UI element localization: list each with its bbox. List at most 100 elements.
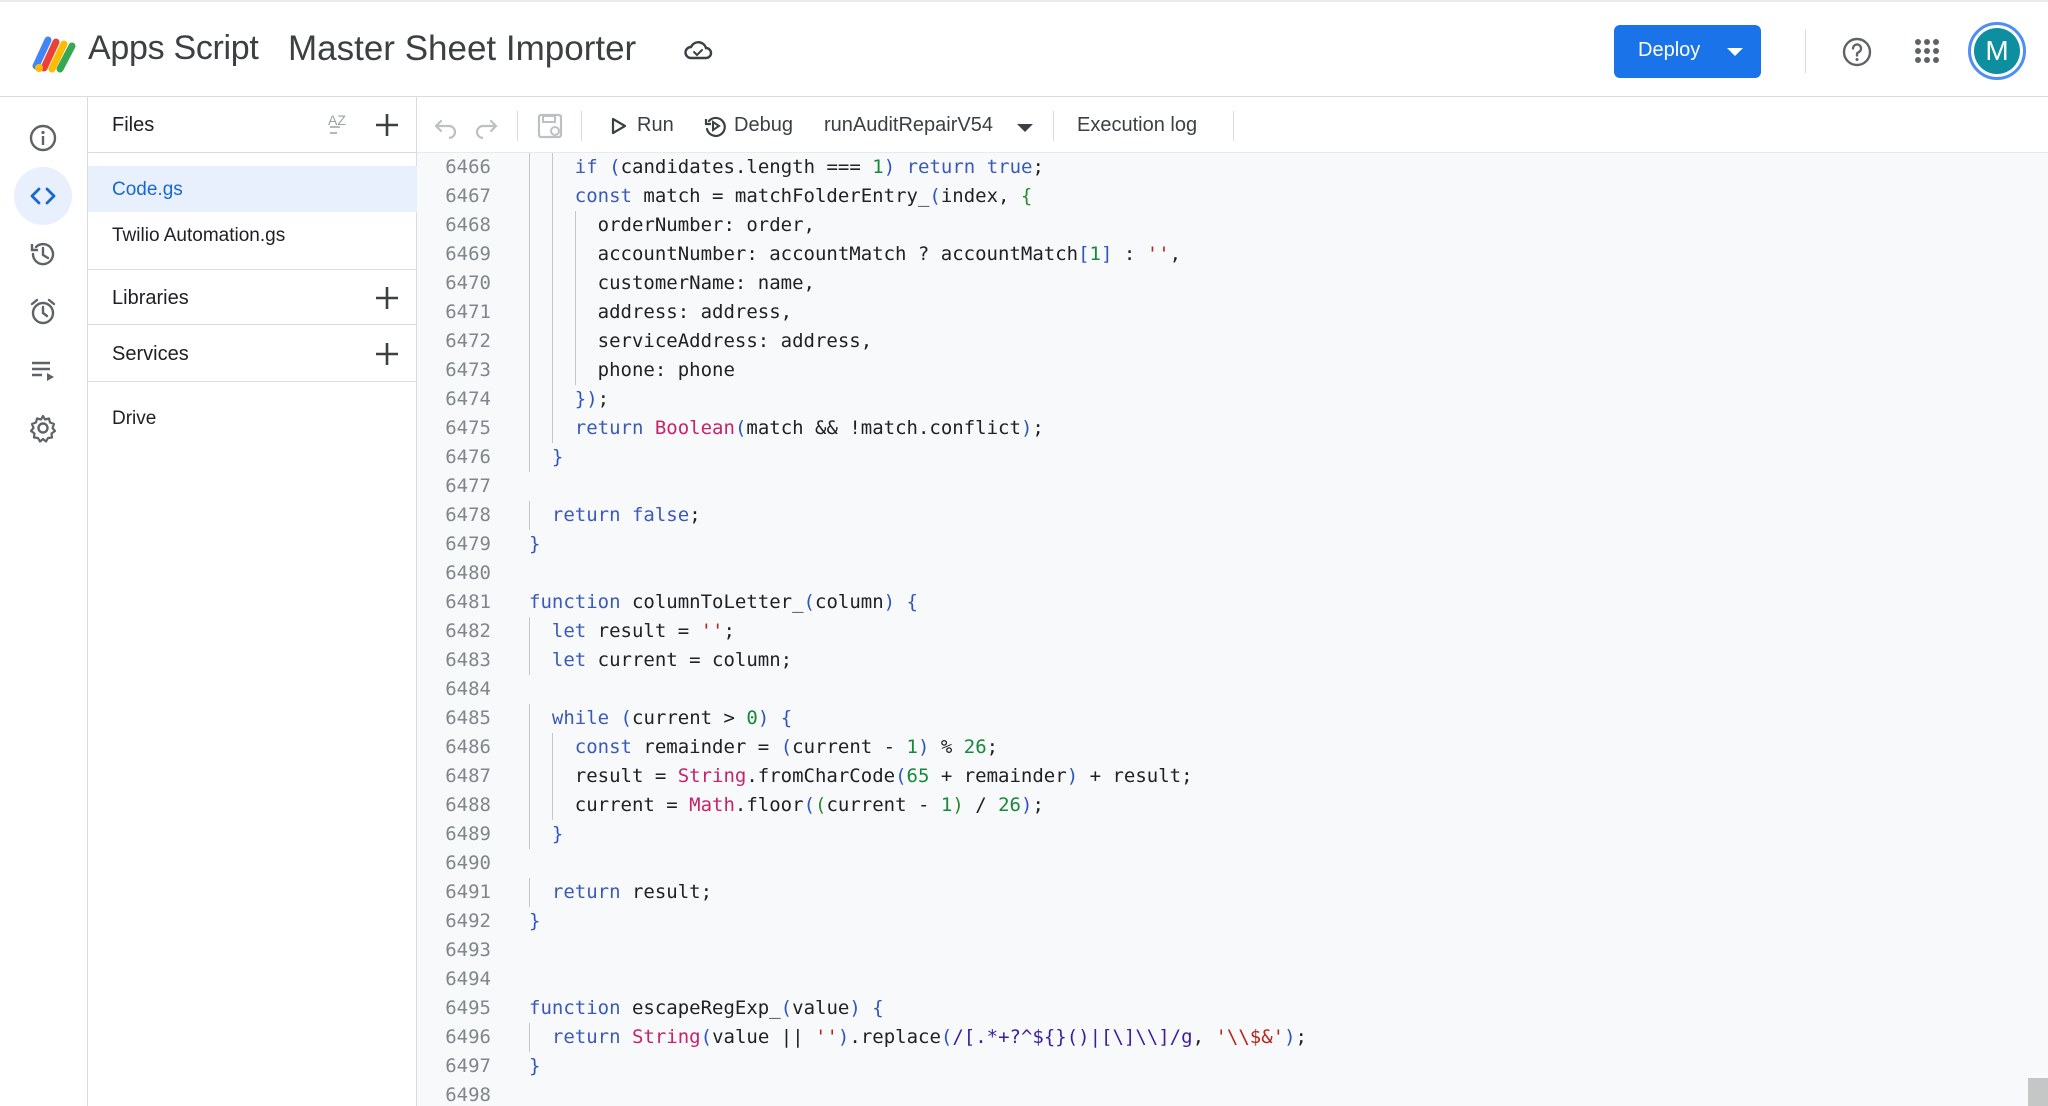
code-text: }); bbox=[574, 388, 610, 410]
indent-guide bbox=[551, 733, 553, 762]
libraries-label: Libraries bbox=[112, 287, 189, 309]
code-line[interactable]: 6495 function escapeRegExp_(value) { bbox=[417, 994, 2017, 1023]
indent-guide bbox=[529, 646, 530, 675]
code-icon bbox=[30, 187, 56, 205]
rail-item-executions[interactable] bbox=[14, 341, 72, 399]
deploy-button[interactable]: Deploy bbox=[1614, 25, 1761, 78]
code-line[interactable]: 6486 const remainder = (current - 1) % 2… bbox=[417, 733, 2017, 762]
code-line[interactable]: 6491 return result; bbox=[417, 878, 2017, 907]
editor-scrollbar-thumb[interactable] bbox=[2028, 1078, 2048, 1106]
function-dropdown-chevron-icon[interactable] bbox=[1017, 124, 1033, 132]
code-text: let current = column; bbox=[551, 649, 793, 671]
code-line[interactable]: 6477 bbox=[417, 472, 2017, 501]
code-line[interactable]: 6471 address: address, bbox=[417, 298, 2017, 327]
code-text: result = String.fromCharCode(65 + remain… bbox=[529, 765, 1193, 787]
execution-log-button[interactable]: Execution log bbox=[1077, 114, 1197, 137]
function-select[interactable]: runAuditRepairV54 bbox=[824, 114, 993, 137]
debug-icon[interactable] bbox=[703, 113, 729, 139]
file-item-twilio-automation-gs[interactable]: Twilio Automation.gs bbox=[88, 212, 417, 258]
add-library-plus-icon[interactable] bbox=[374, 285, 400, 311]
add-file-plus-icon[interactable] bbox=[374, 112, 400, 138]
code-editor[interactable]: 6466 if (candidates.length === 1) return… bbox=[417, 153, 2048, 1106]
chevron-down-icon[interactable] bbox=[1727, 48, 1743, 56]
code-line[interactable]: 6480 bbox=[417, 559, 2017, 588]
line-number: 6473 bbox=[445, 359, 491, 381]
line-number: 6477 bbox=[445, 475, 491, 497]
app-brand-name[interactable]: Apps Script bbox=[88, 29, 259, 68]
toolbar-divider bbox=[1053, 111, 1054, 141]
code-line[interactable]: 6466 if (candidates.length === 1) return… bbox=[417, 153, 2017, 182]
sort-files-icon[interactable]: AZ bbox=[326, 111, 358, 139]
code-text: return String(value || '').replace(/[.*+… bbox=[551, 1026, 1307, 1048]
file-item-code-gs[interactable]: Code.gs bbox=[88, 166, 417, 212]
save-icon[interactable] bbox=[537, 113, 563, 139]
help-icon[interactable] bbox=[1841, 36, 1873, 68]
code-line[interactable]: 6496 return String(value || '').replace(… bbox=[417, 1023, 2017, 1052]
indent-guide bbox=[529, 704, 530, 733]
code-line[interactable]: 6488 current = Math.floor((current - 1) … bbox=[417, 791, 2017, 820]
code-line[interactable]: 6493 bbox=[417, 936, 2017, 965]
indent-guide bbox=[574, 269, 576, 298]
indent-guide bbox=[529, 443, 530, 472]
code-line[interactable]: 6475 return Boolean(match && !match.conf… bbox=[417, 414, 2017, 443]
code-line[interactable]: 6490 bbox=[417, 849, 2017, 878]
line-number: 6493 bbox=[445, 939, 491, 961]
indent-guide bbox=[574, 327, 576, 356]
redo-icon[interactable] bbox=[473, 113, 499, 139]
code-line[interactable]: 6482 let result = ''; bbox=[417, 617, 2017, 646]
service-item-drive[interactable]: Drive bbox=[112, 408, 156, 430]
code-line[interactable]: 6487 result = String.fromCharCode(65 + r… bbox=[417, 762, 2017, 791]
code-line[interactable]: 6494 bbox=[417, 965, 2017, 994]
run-button[interactable]: Run bbox=[637, 114, 674, 137]
code-line[interactable]: 6467 const match = matchFolderEntry_(ind… bbox=[417, 182, 2017, 211]
code-line[interactable]: 6470 customerName: name, bbox=[417, 269, 2017, 298]
code-line[interactable]: 6472 serviceAddress: address, bbox=[417, 327, 2017, 356]
code-line[interactable]: 6497} bbox=[417, 1052, 2017, 1081]
code-line[interactable]: 6476 } bbox=[417, 443, 2017, 472]
code-line[interactable]: 6479} bbox=[417, 530, 2017, 559]
code-text: } bbox=[529, 1055, 541, 1077]
indent-guide bbox=[574, 356, 576, 385]
code-line[interactable]: 6474 }); bbox=[417, 385, 2017, 414]
code-line[interactable]: 6498 bbox=[417, 1081, 2017, 1106]
code-line[interactable]: 6485 while (current > 0) { bbox=[417, 704, 2017, 733]
indent-guide bbox=[529, 327, 530, 356]
undo-icon[interactable] bbox=[433, 113, 459, 139]
account-avatar-button[interactable]: M bbox=[1968, 22, 2026, 80]
code-text: const remainder = (current - 1) % 26; bbox=[574, 736, 999, 758]
code-line[interactable]: 6484 bbox=[417, 675, 2017, 704]
code-line[interactable]: 6481 function columnToLetter_(column) { bbox=[417, 588, 2017, 617]
rail-item-project-settings[interactable] bbox=[14, 399, 72, 457]
avatar: M bbox=[1974, 28, 2020, 74]
rail-item-triggers[interactable] bbox=[14, 283, 72, 341]
add-service-plus-icon[interactable] bbox=[374, 341, 400, 367]
project-title[interactable]: Master Sheet Importer bbox=[288, 29, 636, 69]
code-line[interactable]: 6489 } bbox=[417, 820, 2017, 849]
debug-button[interactable]: Debug bbox=[734, 114, 793, 137]
editor-toolbar: Run Debug runAuditRepairV54 Execution lo… bbox=[417, 97, 2048, 153]
code-line[interactable]: 6492} bbox=[417, 907, 2017, 936]
line-number: 6496 bbox=[445, 1026, 491, 1048]
code-text: } bbox=[529, 910, 541, 932]
info-icon bbox=[29, 124, 57, 152]
google-apps-icon[interactable] bbox=[1914, 38, 1940, 64]
gear-icon bbox=[29, 414, 57, 443]
code-line[interactable]: 6469 accountNumber: accountMatch ? accou… bbox=[417, 240, 2017, 269]
indent-guide bbox=[529, 762, 530, 791]
line-number: 6483 bbox=[445, 649, 491, 671]
rail-item-overview[interactable] bbox=[14, 109, 72, 167]
services-section-header: Services bbox=[88, 326, 417, 382]
line-number: 6486 bbox=[445, 736, 491, 758]
run-play-icon[interactable] bbox=[609, 113, 629, 139]
code-line[interactable]: 6478 return false; bbox=[417, 501, 2017, 530]
code-line[interactable]: 6483 let current = column; bbox=[417, 646, 2017, 675]
files-panel: Files AZ Code.gs Twilio Automation.gs Li… bbox=[88, 97, 417, 1106]
code-line[interactable]: 6473 phone: phone bbox=[417, 356, 2017, 385]
indent-guide bbox=[529, 791, 530, 820]
line-number: 6489 bbox=[445, 823, 491, 845]
code-line[interactable]: 6468 orderNumber: order, bbox=[417, 211, 2017, 240]
indent-guide bbox=[551, 762, 553, 791]
rail-item-project-history[interactable] bbox=[14, 225, 72, 283]
rail-item-editor[interactable] bbox=[14, 167, 72, 225]
header-divider bbox=[1805, 29, 1806, 73]
